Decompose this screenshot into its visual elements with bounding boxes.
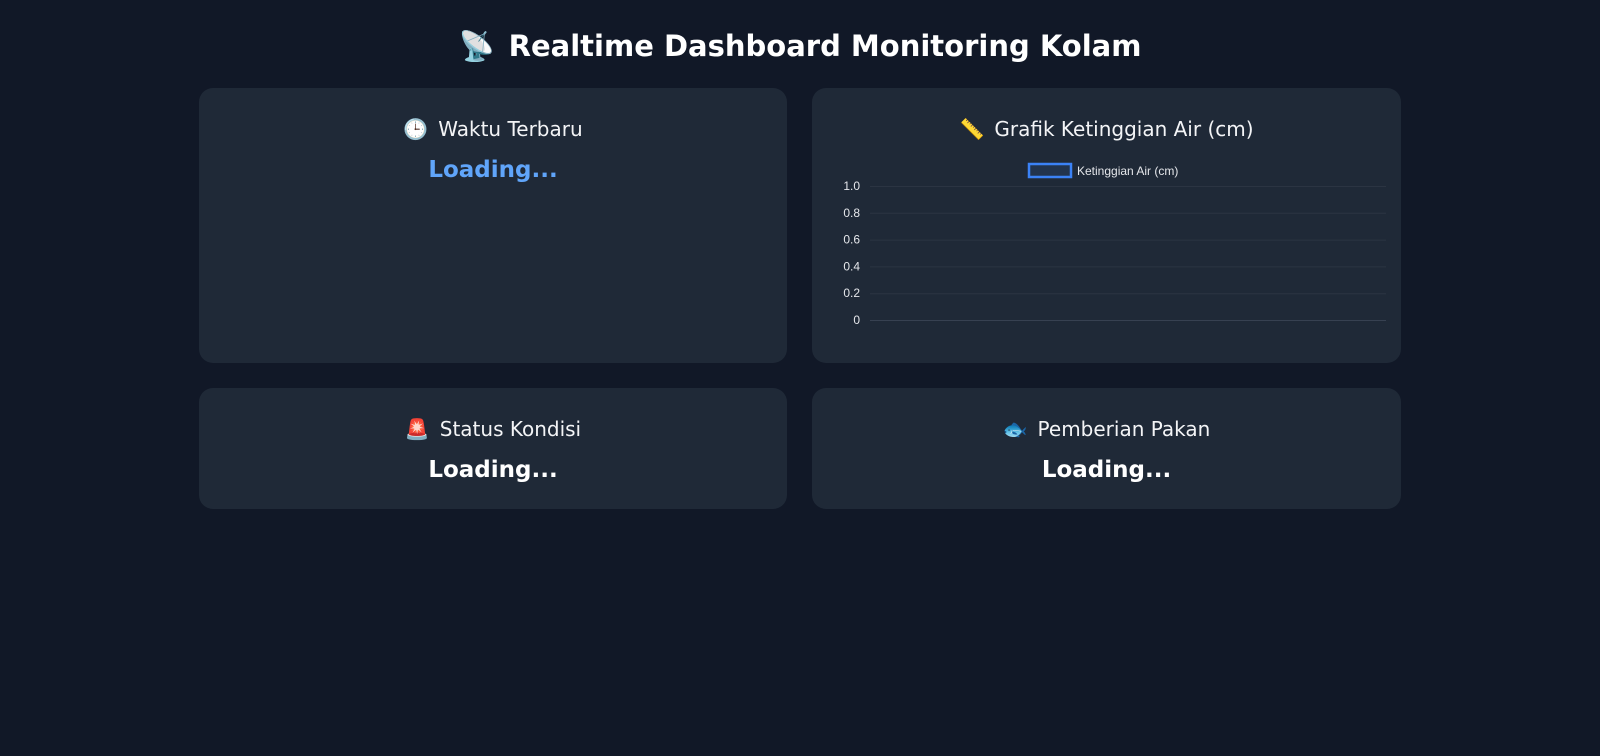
condition-status-card: 🚨 Status Kondisi Loading... bbox=[199, 388, 787, 509]
ruler-icon: 📏 bbox=[959, 117, 985, 141]
feeding-card: 🐟 Pemberian Pakan Loading... bbox=[812, 388, 1401, 509]
latest-time-title: Waktu Terbaru bbox=[438, 117, 583, 141]
water-level-chart-card: 📏 Grafik Ketinggian Air (cm) Ketinggian A… bbox=[812, 88, 1401, 363]
y-tick-label: 0 bbox=[853, 313, 860, 327]
clock-icon: 🕒 bbox=[403, 117, 429, 141]
legend-label: Ketinggian Air (cm) bbox=[1077, 164, 1178, 178]
water-level-chart-heading: 📏 Grafik Ketinggian Air (cm) bbox=[812, 114, 1401, 144]
y-tick-label: 0.2 bbox=[843, 286, 860, 300]
siren-icon: 🚨 bbox=[404, 417, 430, 441]
page-title: 📡 Realtime Dashboard Monitoring Kolam bbox=[0, 26, 1600, 66]
latest-time-value: Loading... bbox=[428, 157, 558, 183]
y-tick-label: 0.6 bbox=[843, 233, 860, 247]
y-tick-label: 1.0 bbox=[843, 179, 860, 193]
feeding-heading: 🐟 Pemberian Pakan bbox=[812, 414, 1401, 444]
condition-status-value: Loading... bbox=[428, 457, 558, 483]
condition-status-heading: 🚨 Status Kondisi bbox=[199, 414, 787, 444]
page-title-text: Realtime Dashboard Monitoring Kolam bbox=[508, 29, 1142, 63]
latest-time-heading: 🕒 Waktu Terbaru bbox=[199, 114, 787, 144]
water-level-chart[interactable]: Ketinggian Air (cm) 1.0 0.8 0.6 0.4 0.2 0 bbox=[812, 160, 1401, 360]
satellite-antenna-icon: 📡 bbox=[458, 29, 495, 63]
y-tick-label: 0.8 bbox=[843, 206, 860, 220]
water-level-chart-title: Grafik Ketinggian Air (cm) bbox=[994, 117, 1254, 141]
y-tick-label: 0.4 bbox=[843, 259, 860, 273]
fish-icon: 🐟 bbox=[1002, 417, 1028, 441]
feeding-title: Pemberian Pakan bbox=[1037, 417, 1211, 441]
feeding-value: Loading... bbox=[1041, 457, 1172, 483]
legend-swatch bbox=[1027, 162, 1073, 179]
latest-time-card: 🕒 Waktu Terbaru Loading... bbox=[199, 88, 787, 363]
condition-status-title: Status Kondisi bbox=[439, 417, 582, 441]
